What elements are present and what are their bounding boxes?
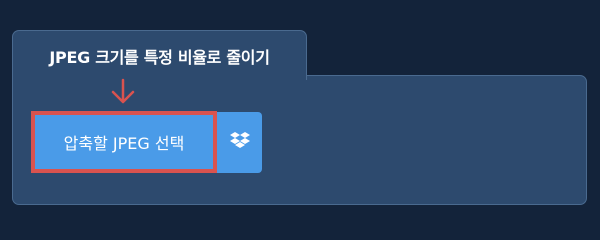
dropbox-button[interactable] [217, 112, 262, 173]
select-jpeg-button[interactable]: 압축할 JPEG 선택 [31, 111, 217, 173]
down-arrow-icon [110, 78, 136, 110]
tab-title: JPEG 크기를 특정 비율로 줄이기 [49, 48, 270, 67]
select-jpeg-label: 압축할 JPEG 선택 [63, 134, 185, 153]
tool-tab: JPEG 크기를 특정 비율로 줄이기 [12, 30, 307, 80]
dropbox-icon [229, 131, 250, 154]
